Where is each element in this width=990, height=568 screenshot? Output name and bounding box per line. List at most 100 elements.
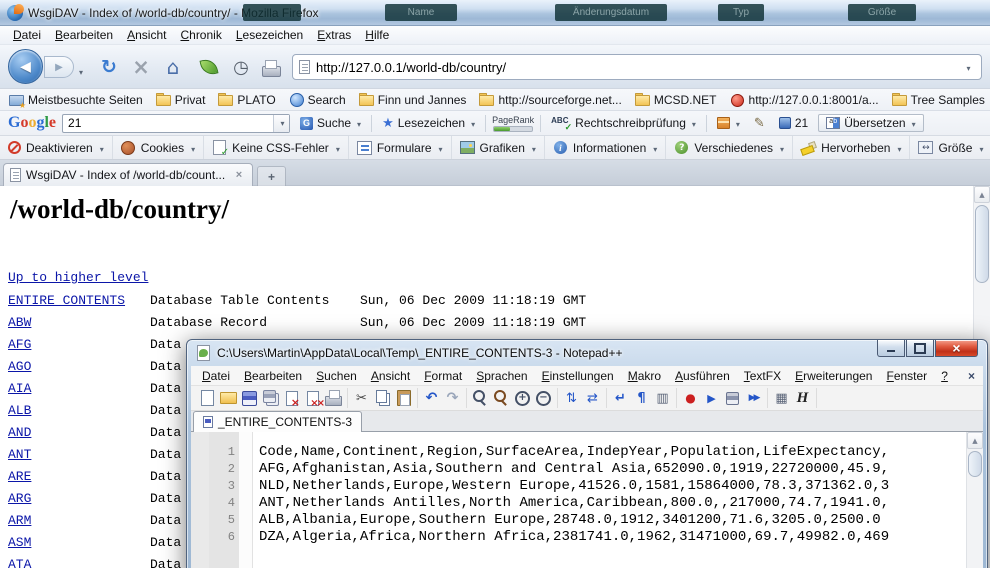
- bookmark-item[interactable]: MCSD.NET: [634, 92, 717, 107]
- toolbar-icon[interactable]: [744, 389, 763, 408]
- pagerank-indicator[interactable]: PageRank: [492, 115, 534, 132]
- print-button[interactable]: [258, 54, 284, 80]
- webdev-menu-item[interactable]: Verschiedenes: [666, 136, 793, 159]
- listing-entry-link[interactable]: ARM: [8, 510, 150, 532]
- notepadpp-menu-item[interactable]: ?: [934, 368, 955, 384]
- toolbar-icon[interactable]: [261, 389, 280, 408]
- close-button[interactable]: [935, 340, 978, 357]
- toolbar-icon[interactable]: [422, 389, 441, 408]
- reload-button[interactable]: [96, 54, 122, 80]
- toolbar-icon[interactable]: [443, 389, 462, 408]
- forward-button[interactable]: [44, 56, 74, 78]
- firefox-menu-item[interactable]: Ansicht: [120, 27, 173, 43]
- back-button[interactable]: [8, 49, 43, 84]
- listing-entry-link[interactable]: ENTIRE CONTENTS: [8, 290, 150, 312]
- listing-entry-link[interactable]: ATA: [8, 554, 150, 568]
- toolbar-icon[interactable]: [702, 389, 721, 408]
- listing-entry-link[interactable]: AFG: [8, 334, 150, 356]
- editor-area[interactable]: 1Code,Name,Continent,Region,SurfaceArea,…: [191, 432, 983, 568]
- notepadpp-menu-item[interactable]: Erweiterungen: [788, 368, 879, 384]
- listing-entry-link[interactable]: ASM: [8, 532, 150, 554]
- bookmark-item[interactable]: Finn und Jannes: [358, 92, 467, 107]
- rss-leaf-icon[interactable]: [196, 54, 222, 80]
- toolbar-icon[interactable]: [471, 389, 490, 408]
- scrollbar-thumb[interactable]: [975, 205, 989, 283]
- url-dropdown-caret[interactable]: [960, 58, 975, 76]
- home-button[interactable]: [160, 54, 186, 80]
- toolbar-icon[interactable]: [492, 389, 511, 408]
- webdev-menu-item[interactable]: Formulare: [349, 136, 452, 159]
- toolbar-icon[interactable]: [534, 389, 553, 408]
- firefox-menu-item[interactable]: Datei: [6, 27, 48, 43]
- toolbar-icon[interactable]: [611, 389, 630, 408]
- notepadpp-menu-item[interactable]: Sprachen: [469, 368, 534, 384]
- toolbar-icon[interactable]: [583, 389, 602, 408]
- listing-entry-link[interactable]: AND: [8, 422, 150, 444]
- google-search-dropdown-caret[interactable]: [273, 115, 289, 132]
- firefox-menu-item[interactable]: Lesezeichen: [229, 27, 310, 43]
- scrollbar-up-arrow[interactable]: [974, 186, 990, 203]
- notepadpp-menu-item[interactable]: Suchen: [309, 368, 364, 384]
- google-search-input[interactable]: 21: [63, 116, 273, 130]
- sendto-button[interactable]: [713, 115, 744, 131]
- document-tab[interactable]: _ENTIRE_CONTENTS-3: [193, 411, 362, 432]
- listing-entry-link[interactable]: ANT: [8, 444, 150, 466]
- bookmark-item[interactable]: http://sourceforge.net...: [478, 92, 621, 107]
- maximize-button[interactable]: [906, 340, 934, 357]
- editor-scrollbar[interactable]: [966, 432, 983, 568]
- url-bar[interactable]: http://127.0.0.1/world-db/country/: [292, 54, 982, 80]
- toolbar-icon[interactable]: [373, 389, 392, 408]
- minimize-button[interactable]: [877, 340, 905, 357]
- history-dropdown-caret[interactable]: [77, 62, 83, 80]
- toolbar-icon[interactable]: [198, 389, 217, 408]
- new-tab-button[interactable]: +: [257, 166, 286, 186]
- edit-button[interactable]: [750, 115, 769, 132]
- toolbar-icon[interactable]: [219, 389, 238, 408]
- notepadpp-menu-item[interactable]: Format: [417, 368, 469, 384]
- firefox-menu-item[interactable]: Chronik: [173, 27, 228, 43]
- bookmark-item[interactable]: Meistbesuchte Seiten: [8, 92, 143, 107]
- webdev-menu-item[interactable]: Grafiken: [452, 136, 545, 159]
- toolbar-icon[interactable]: [632, 389, 651, 408]
- bookmark-item[interactable]: Privat: [155, 92, 206, 107]
- scrollbar-thumb[interactable]: [968, 451, 982, 477]
- listing-entry-link[interactable]: ALB: [8, 400, 150, 422]
- bookmark-item[interactable]: PLATO: [217, 92, 275, 107]
- stop-button[interactable]: [128, 54, 154, 80]
- toolbar-icon[interactable]: [562, 389, 581, 408]
- firefox-menu-item[interactable]: Extras: [310, 27, 358, 43]
- google-search-box[interactable]: 21: [62, 114, 290, 133]
- toolbar-icon[interactable]: [653, 389, 672, 408]
- google-search-button[interactable]: Suche: [296, 115, 365, 131]
- toolbar-icon[interactable]: [793, 389, 812, 408]
- browser-tab[interactable]: WsgiDAV - Index of /world-db/count...: [3, 163, 253, 186]
- webdev-menu-item[interactable]: Keine CSS-Fehler: [204, 136, 349, 159]
- notepadpp-menu-item[interactable]: TextFX: [737, 368, 788, 384]
- toolbar-icon[interactable]: [723, 389, 742, 408]
- notepadpp-menu-item[interactable]: Datei: [195, 368, 237, 384]
- bookmark-item[interactable]: Tree Samples: [891, 92, 985, 107]
- webdev-menu-item[interactable]: Cookies: [113, 136, 204, 159]
- webdev-menu-item[interactable]: Deaktivieren: [0, 136, 113, 159]
- toolbar-icon[interactable]: [352, 389, 371, 408]
- toolbar-icon[interactable]: [681, 389, 700, 408]
- spellcheck-button[interactable]: Rechtschreibprüfung: [547, 115, 700, 131]
- google-bookmarks-button[interactable]: Lesezeichen: [378, 115, 479, 132]
- listing-entry-link[interactable]: AGO: [8, 356, 150, 378]
- listing-entry-link[interactable]: ABW: [8, 312, 150, 334]
- notepadpp-menu-item[interactable]: Makro: [621, 368, 668, 384]
- toolbar-icon[interactable]: [303, 389, 322, 408]
- toolbar-icon[interactable]: [772, 389, 791, 408]
- toolbar-icon[interactable]: [282, 389, 301, 408]
- webdev-menu-item[interactable]: Hervorheben: [793, 136, 910, 159]
- notepadpp-menu-item[interactable]: Einstellungen: [535, 368, 621, 384]
- toolbar-icon[interactable]: [324, 389, 343, 408]
- url-input[interactable]: http://127.0.0.1/world-db/country/: [316, 60, 954, 75]
- toolbar-icon[interactable]: [240, 389, 259, 408]
- notepadpp-menu-item[interactable]: Ausführen: [668, 368, 737, 384]
- history-clock-icon[interactable]: [228, 54, 254, 80]
- firefox-menu-item[interactable]: Bearbeiten: [48, 27, 120, 43]
- counter-badge[interactable]: 21: [775, 115, 812, 131]
- listing-entry-link[interactable]: AIA: [8, 378, 150, 400]
- translate-button[interactable]: Übersetzen: [818, 114, 923, 132]
